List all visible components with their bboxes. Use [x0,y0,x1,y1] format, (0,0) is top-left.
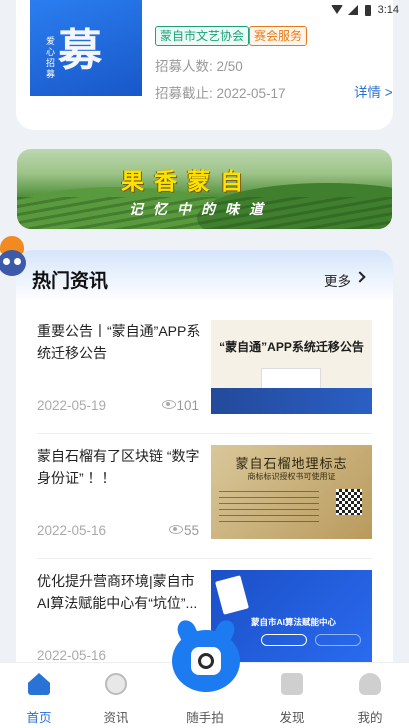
recruit-thumb-char: 募 [58,25,102,76]
thumb-band [211,388,372,414]
discover-icon [281,673,303,695]
tab-news[interactable]: 资讯 [86,663,146,728]
thumb-decor-button [315,634,361,646]
camera-button[interactable] [172,617,240,692]
tab-discover[interactable]: 发现 [262,663,322,728]
news-item-thumbnail: 蒙自石榴地理标志 商标标识授权书可使用证 [211,445,372,539]
document-icon [215,575,249,615]
tab-home[interactable]: 首页 [9,663,69,728]
news-item-title: 蒙自石榴有了区块链 “数字身份证” ！！ [37,448,200,486]
news-item-title: 优化提升营商环境|蒙自市AI算法赋能中心有“坑位”... [37,573,198,611]
promo-banner[interactable]: 果香蒙自 记忆中的味道 [17,149,392,229]
recruit-tag-organizer: 蒙自市文艺协会 [155,26,250,46]
news-more-link[interactable]: 更多 [324,270,351,290]
news-item-title: 重要公告丨“蒙自通”APP系统迁移公告 [37,323,201,361]
divider [37,433,372,434]
hot-news-title: 热门资讯 [32,271,109,292]
thumb-caption: “蒙自通”APP系统迁移公告 [219,340,364,354]
news-item-date: 2022-05-16 [37,523,107,538]
news-item[interactable]: 重要公告丨“蒙自通”APP系统迁移公告 2022-05-19 101 “蒙自通”… [16,320,393,442]
chevron-right-icon[interactable] [354,271,366,283]
banner-subtitle: 记忆中的味道 [129,201,273,217]
tab-label: 我的 [357,711,383,725]
qr-code-icon [336,489,362,515]
camera-icon [198,653,214,669]
user-icon [359,673,381,695]
battery-icon [364,5,372,16]
status-time: 3:14 [377,4,399,16]
tab-label: 发现 [279,711,305,725]
tab-label: 资讯 [103,711,129,725]
hot-news-header: 热门资讯 更多 [16,250,393,302]
news-item-thumbnail: “蒙自通”APP系统迁移公告 [211,320,372,414]
thumb-caption: 蒙自市AI算法赋能中心 [251,617,337,627]
compass-icon [105,673,127,695]
mascot-icon [0,236,28,282]
eye-icon [162,400,176,409]
thumb-text-lines [219,491,319,527]
recruit-thumb-text: 爱心招募 [46,36,56,79]
banner-title: 果香蒙自 [121,168,253,194]
news-item-date: 2022-05-16 [37,648,107,663]
thumb-subcaption: 商标标识授权书可使用证 [247,472,336,481]
news-item[interactable]: 蒙自石榴有了区块链 “数字身份证” ！！ 2022-05-16 55 蒙自石榴地… [16,445,393,567]
home-icon [28,673,50,695]
tab-label: 随手拍 [186,711,224,725]
status-bar: 3:14 [0,0,409,20]
divider [37,558,372,559]
signal-icon [347,5,359,15]
recruit-detail-link[interactable]: 详情 > [354,81,393,101]
news-item-views: 101 [176,398,199,413]
thumb-decor-button [261,634,307,646]
recruit-deadline: 招募截止: 2022-05-17 [155,86,286,101]
recruit-count: 招募人数: 2/50 [155,59,243,74]
eye-icon [169,525,183,534]
news-item-views: 55 [183,523,199,538]
thumb-caption: 蒙自石榴地理标志 [235,456,348,471]
recruit-tag-type: 赛会服务 [249,26,308,46]
wifi-icon [330,5,343,15]
tab-profile[interactable]: 我的 [340,663,400,728]
news-item-date: 2022-05-19 [37,398,107,413]
tab-label: 首页 [26,711,52,725]
